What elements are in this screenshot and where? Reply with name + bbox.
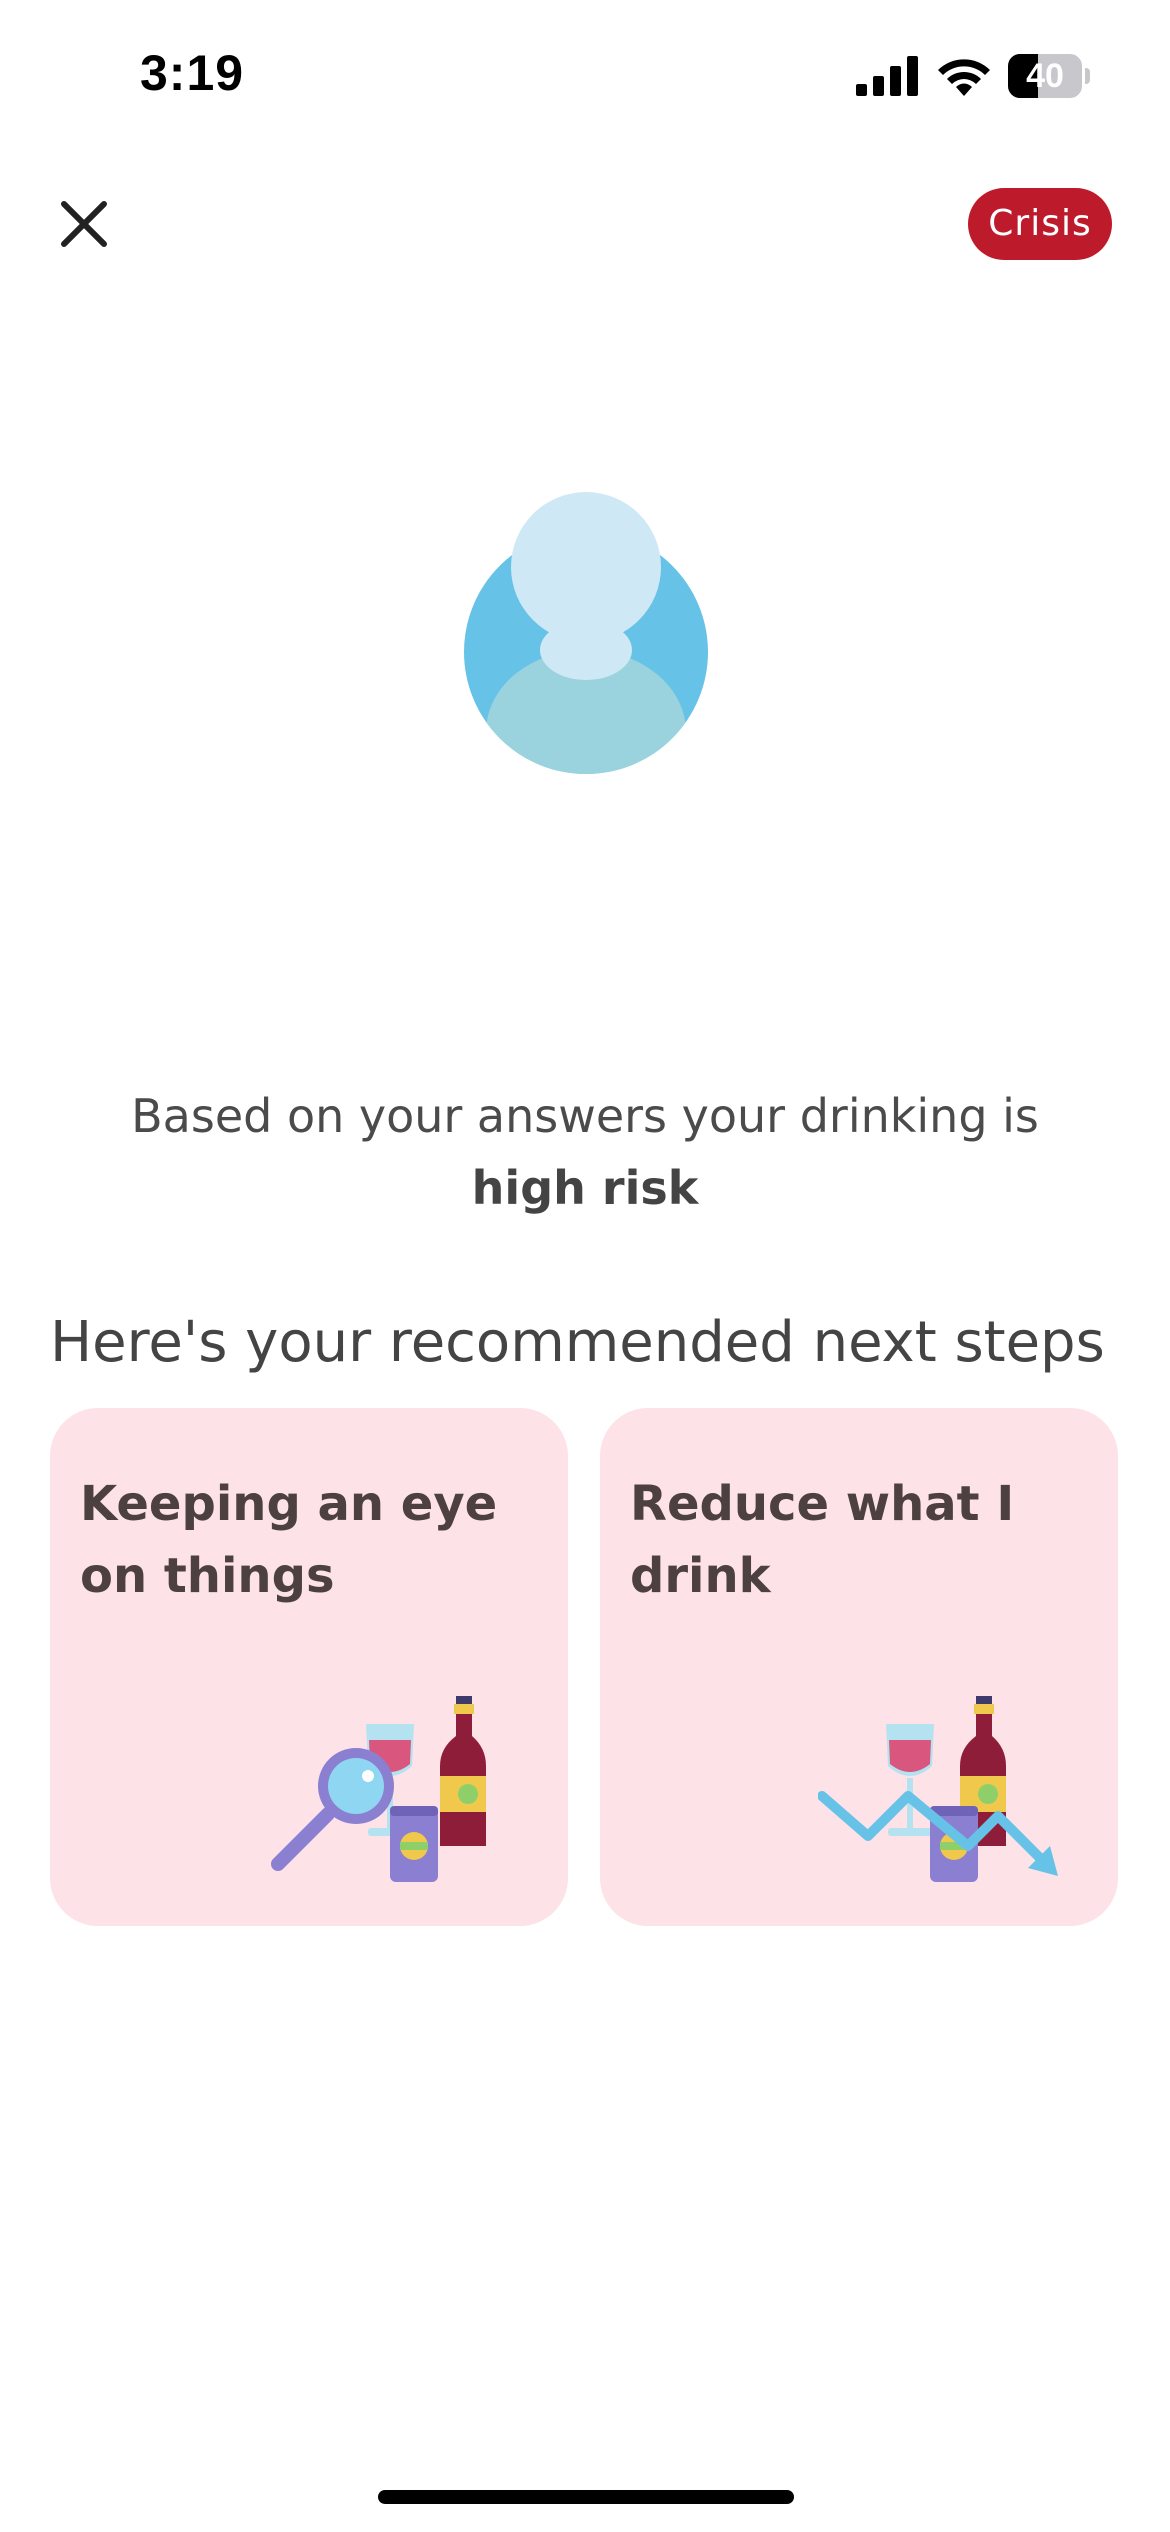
card-title: Keeping an eye on things bbox=[80, 1476, 498, 1604]
screen: 3:19 40 Crisis Based on your answers you… bbox=[0, 0, 1170, 2532]
drinks-magnifier-icon bbox=[271, 1696, 486, 1882]
card-title: Reduce what I drink bbox=[630, 1476, 1015, 1604]
card-keeping-an-eye[interactable]: Keeping an eye on things bbox=[50, 1408, 568, 1926]
crisis-button[interactable]: Crisis bbox=[968, 188, 1112, 260]
user-avatar-icon bbox=[464, 492, 708, 774]
close-button[interactable] bbox=[56, 196, 112, 252]
battery-indicator: 40 bbox=[1008, 54, 1090, 98]
drinks-trend-down-icon bbox=[818, 1696, 1058, 1882]
battery-percent: 40 bbox=[1026, 57, 1064, 95]
battery-icon: 40 bbox=[1008, 54, 1082, 98]
result-text: Based on your answers your drinking is bbox=[131, 1089, 1039, 1143]
next-steps-heading: Here's your recommended next steps bbox=[50, 1310, 1105, 1375]
wifi-icon bbox=[938, 59, 990, 96]
card-reduce-drinking[interactable]: Reduce what I drink bbox=[600, 1408, 1118, 1926]
cellular-signal-icon bbox=[856, 56, 918, 96]
risk-result: Based on your answers your drinking is h… bbox=[60, 1080, 1110, 1224]
status-time: 3:19 bbox=[140, 45, 245, 101]
home-indicator[interactable] bbox=[378, 2490, 794, 2504]
battery-cap bbox=[1085, 68, 1090, 84]
risk-level: high risk bbox=[471, 1161, 699, 1215]
close-icon bbox=[61, 201, 107, 247]
